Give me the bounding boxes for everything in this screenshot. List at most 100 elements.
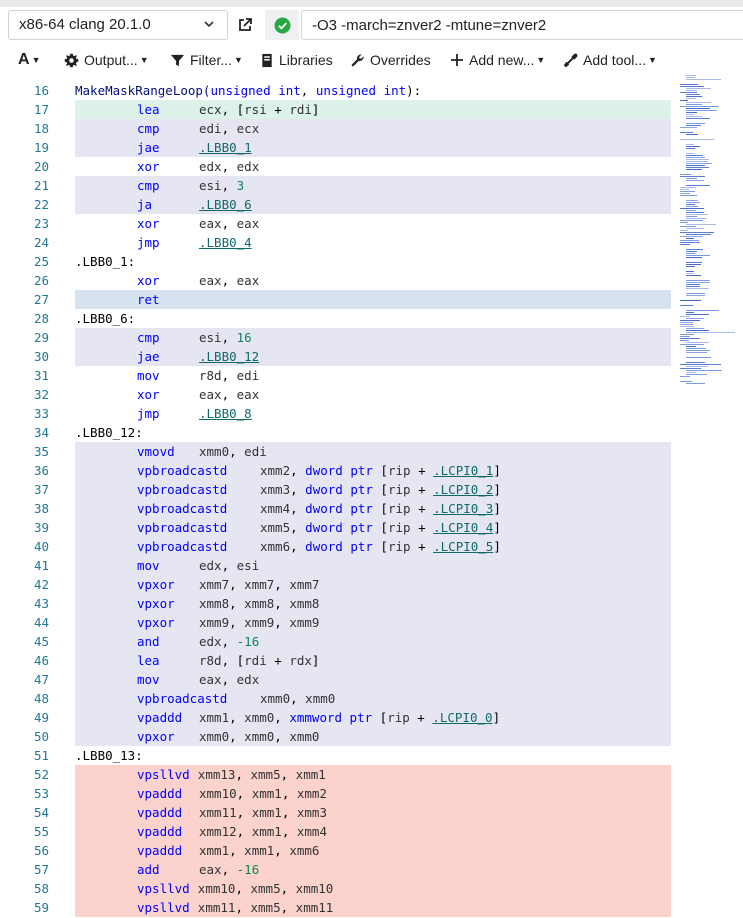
punctuation: , xyxy=(236,786,252,801)
code-line[interactable]: 43 vpxor xmm8, xmm8, xmm8 xyxy=(0,594,680,613)
minimap-line xyxy=(686,108,710,109)
label-reference[interactable]: .LCPI0_1 xyxy=(433,463,493,478)
code-line[interactable]: 28 .LBB0_6: xyxy=(0,309,680,328)
code-line[interactable]: 52 vpsllvd xmm13, xmm5, xmm1 xyxy=(0,765,680,784)
code-line[interactable]: 20 xor edx, edx xyxy=(0,157,680,176)
minimap-line xyxy=(686,352,707,353)
code-line[interactable]: 21 cmp esi, 3 xyxy=(0,176,680,195)
code-line[interactable]: 17 lea ecx, [rsi + rdi] xyxy=(0,100,680,119)
line-highlight xyxy=(75,100,671,119)
assembly-editor[interactable]: 16 MakeMaskRangeLoop(unsigned int, unsign… xyxy=(0,75,743,918)
code-line[interactable]: 33 jmp .LBB0_8 xyxy=(0,404,680,423)
asm-mnemonic: vpbroadcastd xyxy=(137,463,228,478)
line-number: 57 xyxy=(33,862,49,877)
asm-operands: eax, eax xyxy=(199,271,259,290)
asm-mnemonic: vpxor xyxy=(137,615,175,630)
add-tool-button[interactable]: Add tool... ▼ xyxy=(563,45,657,75)
minimap-line xyxy=(680,84,698,85)
asm-mnemonic: xor xyxy=(137,387,160,402)
code-line[interactable]: 41 mov edx, esi xyxy=(0,556,680,575)
overrides-button[interactable]: Overrides xyxy=(350,45,431,75)
code-line[interactable]: 59 vpsllvd xmm11, xmm5, xmm11 xyxy=(0,898,680,917)
code-line[interactable]: 49 vpaddd xmm1, xmm0, xmmword ptr [rip + .… xyxy=(0,708,680,727)
compile-status[interactable] xyxy=(265,10,299,40)
code-line[interactable]: 27 ret xyxy=(0,290,680,309)
code-line[interactable]: 56 vpaddd xmm1, xmm1, xmm6 xyxy=(0,841,680,860)
punctuation: , xyxy=(290,501,306,516)
code-line[interactable]: 18 cmp edi, ecx xyxy=(0,119,680,138)
code-line[interactable]: 36 vpbroadcastd xmm2, dword ptr [rip + .LC… xyxy=(0,461,680,480)
code-line[interactable]: 38 vpbroadcastd xmm4, dword ptr [rip + .LC… xyxy=(0,499,680,518)
asm-operands: xmm13, xmm5, xmm1 xyxy=(198,765,326,784)
asm-mnemonic: vpaddd xyxy=(137,805,183,820)
label-reference[interactable]: .LCPI0_5 xyxy=(433,539,493,554)
code-line[interactable]: 42 vpxor xmm7, xmm7, xmm7 xyxy=(0,575,680,594)
editor-minimap[interactable] xyxy=(680,75,743,918)
type-keyword: unsigned int xyxy=(315,83,407,98)
code-line[interactable]: 50 vpxor xmm0, xmm0, xmm0 xyxy=(0,727,680,746)
external-link-icon[interactable] xyxy=(230,10,260,40)
asm-operands: xmm4, dword ptr [rip + .LCPI0_3] xyxy=(260,499,501,518)
code-line[interactable]: 30 jae .LBB0_12 xyxy=(0,347,680,366)
code-line[interactable]: 53 vpaddd xmm10, xmm1, xmm2 xyxy=(0,784,680,803)
label-reference[interactable]: .LBB0_8 xyxy=(199,406,252,421)
libraries-button[interactable]: Libraries xyxy=(260,45,333,75)
register: eax xyxy=(236,387,260,402)
code-line[interactable]: 29 cmp esi, 16 xyxy=(0,328,680,347)
minimap-line xyxy=(680,324,693,325)
code-line[interactable]: 34 .LBB0_12: xyxy=(0,423,680,442)
code-line[interactable]: 26 xor eax, eax xyxy=(0,271,680,290)
code-line[interactable]: 32 xor eax, eax xyxy=(0,385,680,404)
minimap-line xyxy=(686,104,702,105)
asm-mnemonic: vpbroadcastd xyxy=(137,520,228,535)
code-line[interactable]: 58 vpsllvd xmm10, xmm5, xmm10 xyxy=(0,879,680,898)
minimap-line xyxy=(680,326,694,327)
code-line[interactable]: 22 ja .LBB0_6 xyxy=(0,195,680,214)
label-reference[interactable]: .LCPI0_0 xyxy=(432,710,492,725)
label-reference[interactable]: .LBB0_4 xyxy=(199,235,252,250)
code-line[interactable]: 39 vpbroadcastd xmm5, dword ptr [rip + .LC… xyxy=(0,518,680,537)
code-line[interactable]: 46 lea r8d, [rdi + rdx] xyxy=(0,651,680,670)
register: xmm0 xyxy=(260,691,291,706)
compiler-select[interactable]: x86-64 clang 20.1.0 xyxy=(8,10,228,40)
output-button[interactable]: Output... ▼ xyxy=(64,45,149,75)
code-line[interactable]: 54 vpaddd xmm11, xmm1, xmm3 xyxy=(0,803,680,822)
asm-operands: edx, edx xyxy=(199,157,259,176)
code-line[interactable]: 37 vpbroadcastd xmm3, dword ptr [rip + .LC… xyxy=(0,480,680,499)
code-line[interactable]: 51 .LBB0_13: xyxy=(0,746,680,765)
code-line[interactable]: 45 and edx, -16 xyxy=(0,632,680,651)
code-line[interactable]: 57 add eax, -16 xyxy=(0,860,680,879)
code-line[interactable]: 40 vpbroadcastd xmm6, dword ptr [rip + .LC… xyxy=(0,537,680,556)
code-line[interactable]: 23 xor eax, eax xyxy=(0,214,680,233)
line-number: 43 xyxy=(33,596,49,611)
punctuation: , xyxy=(229,729,245,744)
code-line[interactable]: 55 vpaddd xmm12, xmm1, xmm4 xyxy=(0,822,680,841)
label-reference[interactable]: .LBB0_6 xyxy=(199,197,252,212)
register: ecx xyxy=(236,121,260,136)
minimap-line xyxy=(686,366,708,367)
code-line[interactable]: 44 vpxor xmm9, xmm9, xmm9 xyxy=(0,613,680,632)
code-line[interactable]: 19 jae .LBB0_1 xyxy=(0,138,680,157)
label-reference[interactable]: .LCPI0_3 xyxy=(433,501,493,516)
code-line[interactable]: 25 .LBB0_1: xyxy=(0,252,680,271)
label-reference[interactable]: .LBB0_1 xyxy=(199,140,252,155)
code-line[interactable]: 47 mov eax, edx xyxy=(0,670,680,689)
label-reference[interactable]: .LCPI0_4 xyxy=(433,520,493,535)
asm-mnemonic: vpbroadcastd xyxy=(137,482,228,497)
code-line[interactable]: 48 vpbroadcastd xmm0, xmm0 xyxy=(0,689,680,708)
code-line[interactable]: 35 vmovd xmm0, edi xyxy=(0,442,680,461)
punctuation: ] xyxy=(493,539,501,554)
label-reference[interactable]: .LCPI0_2 xyxy=(433,482,493,497)
code-line[interactable]: 16 MakeMaskRangeLoop(unsigned int, unsign… xyxy=(0,81,680,100)
font-size-button[interactable]: A ▼ xyxy=(18,45,40,75)
compiler-flags-input[interactable] xyxy=(301,10,743,40)
label-reference[interactable]: .LBB0_12 xyxy=(199,349,259,364)
asm-mnemonic: vpaddd xyxy=(137,786,183,801)
filter-button[interactable]: Filter... ▼ xyxy=(170,45,243,75)
asm-operands: xmm3, dword ptr [rip + .LCPI0_2] xyxy=(260,480,501,499)
code-line[interactable]: 31 mov r8d, edi xyxy=(0,366,680,385)
line-number: 17 xyxy=(33,102,49,117)
code-line[interactable]: 24 jmp .LBB0_4 xyxy=(0,233,680,252)
register: xmm0 xyxy=(244,710,275,725)
add-new-button[interactable]: Add new... ▼ xyxy=(450,45,545,75)
